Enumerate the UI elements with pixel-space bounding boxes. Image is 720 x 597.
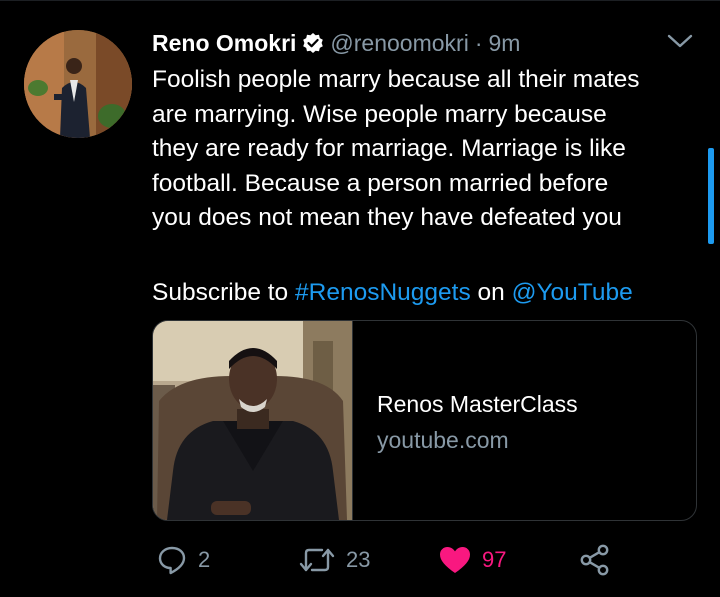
verified-badge-icon [302, 32, 324, 54]
reply-button[interactable]: 2 [156, 540, 210, 580]
tweet-text: Foolish people marry because all their m… [152, 63, 697, 236]
avatar[interactable] [24, 30, 132, 138]
tweet-text-line: you does not mean they have defeated you [152, 204, 622, 231]
tweet-header: Reno Omokri @renoomokri · 9m [152, 26, 520, 60]
card-domain: youtube.com [377, 427, 509, 453]
card-thumbnail [153, 321, 353, 520]
tweet-text-line: football. Because a person married befor… [152, 169, 609, 197]
hashtag-link[interactable]: #RenosNuggets [295, 279, 471, 306]
subscribe-middle: on [477, 279, 505, 306]
retweet-button[interactable]: 23 [298, 540, 370, 580]
scrollbar-thumb[interactable] [708, 148, 714, 244]
subscribe-line: Subscribe to #RenosNuggets on @YouTube [152, 276, 712, 310]
card-title: Renos MasterClass [377, 391, 578, 417]
link-card[interactable]: Renos MasterClass youtube.com [152, 320, 697, 521]
author-name[interactable]: Reno Omokri [152, 30, 296, 57]
mention-link[interactable]: @YouTube [512, 279, 633, 306]
like-count: 97 [482, 547, 507, 572]
share-icon [578, 543, 612, 577]
retweet-icon [298, 544, 336, 576]
reply-icon [156, 544, 188, 576]
heart-icon [438, 544, 472, 576]
top-divider [0, 0, 720, 1]
tweet-text-line: they are ready for marriage. Marriage is… [152, 135, 626, 162]
tweet-text-line: Foolish people marry because all their m… [152, 66, 640, 93]
share-button[interactable] [578, 540, 612, 580]
avatar-photo [24, 30, 132, 138]
chevron-down-icon[interactable] [665, 30, 695, 52]
author-handle[interactable]: @renoomokri [330, 30, 468, 57]
retweet-count: 23 [346, 547, 371, 572]
tweet-text-line: are marrying. Wise people marry because [152, 100, 607, 128]
like-button[interactable]: 97 [438, 540, 506, 580]
time-separator: · [474, 29, 483, 56]
reply-count: 2 [198, 547, 211, 572]
subscribe-prefix: Subscribe to [152, 279, 289, 306]
tweet-time[interactable]: 9m [489, 30, 521, 57]
